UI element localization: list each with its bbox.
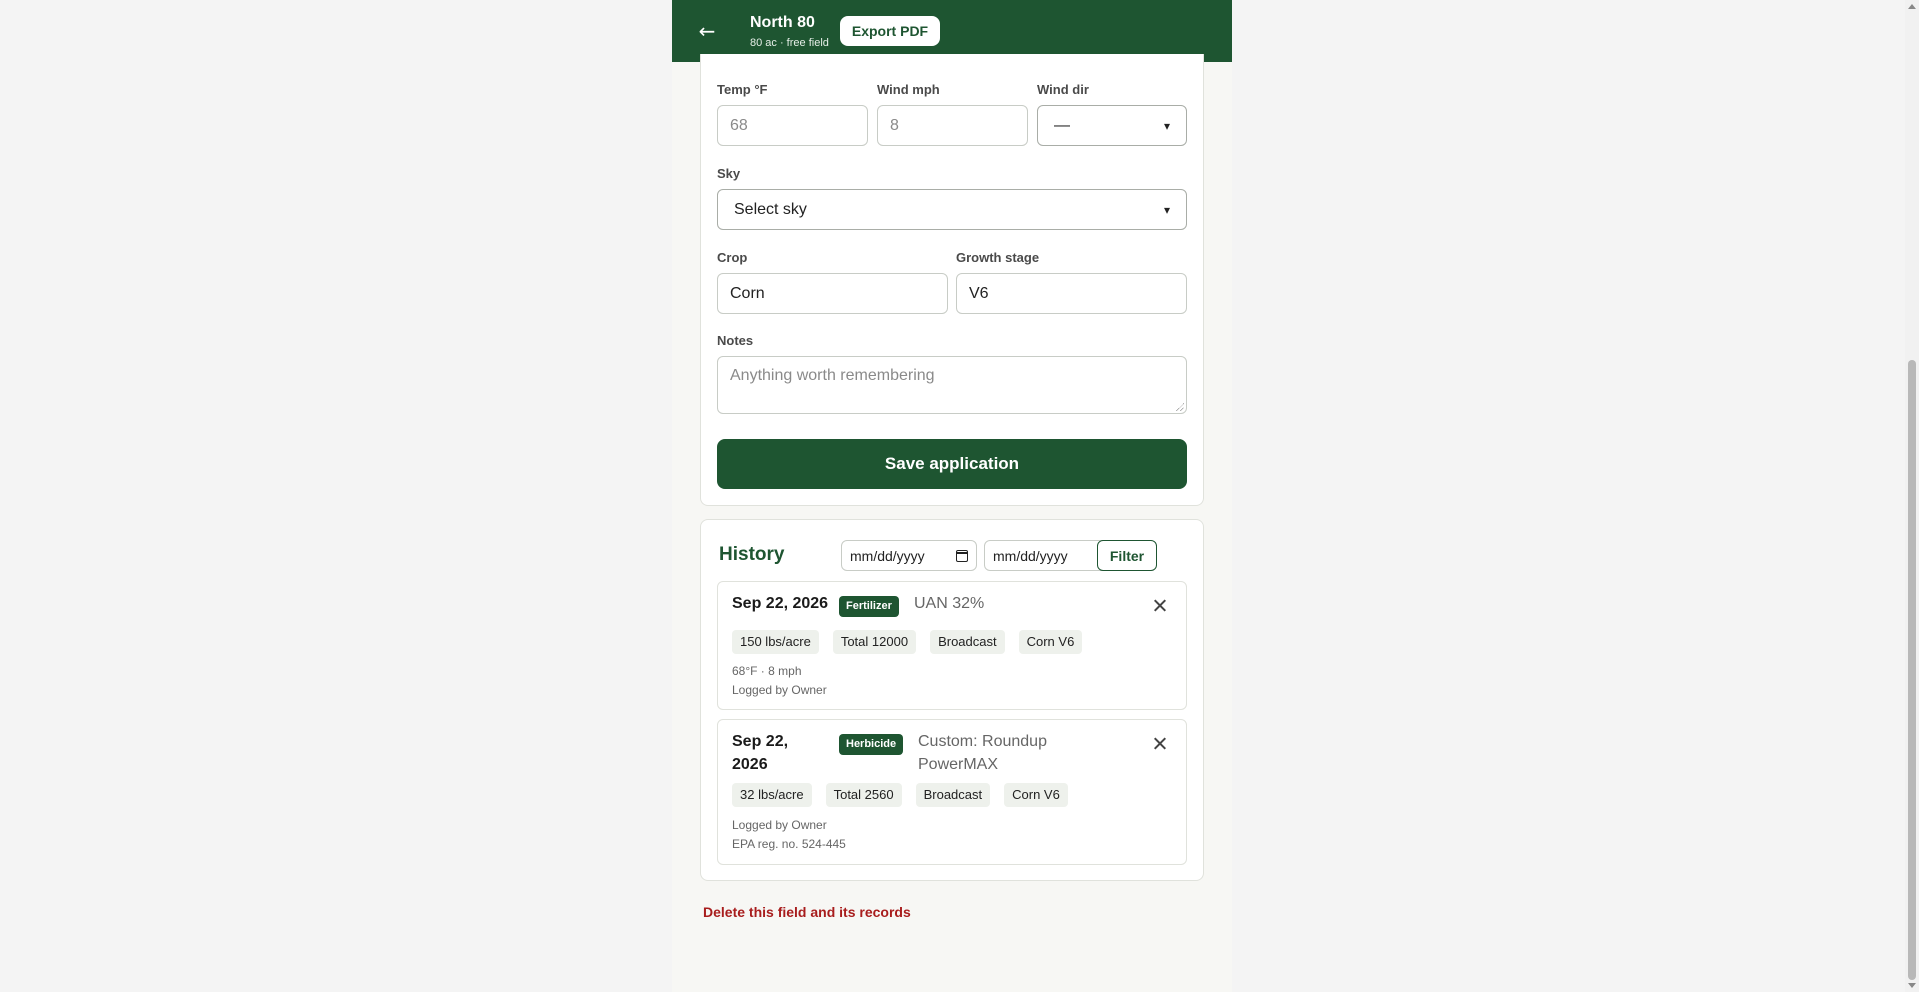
date-from-input[interactable]: mm/dd/yyyy [841, 540, 977, 571]
field-title: North 80 [750, 13, 815, 31]
record-date: Sep 22, 2026 [732, 595, 829, 612]
chevron-down-icon: ▾ [1163, 118, 1170, 133]
record-type-badge: Fertilizer [839, 596, 899, 617]
rate-chip: 150 lbs/acre [732, 630, 819, 654]
history-record: Sep 22, 2026 Herbicide Custom: Roundup P… [717, 719, 1187, 865]
crop-label: Crop [717, 250, 748, 265]
wind-mph-label: Wind mph [877, 82, 940, 97]
wind-dir-select[interactable]: — ▾ [1037, 105, 1187, 146]
record-type-badge: Herbicide [839, 734, 904, 755]
chevron-down-icon: ▾ [1163, 202, 1170, 217]
record-logged-by: Logged by Owner [732, 818, 827, 832]
temp-label: Temp °F [717, 82, 768, 97]
scroll-down-icon[interactable] [1908, 983, 1916, 988]
notes-label: Notes [717, 333, 754, 348]
delete-field-link[interactable]: Delete this field and its records [703, 904, 911, 920]
application-form: Temp °F 68 Wind mph 8 Wind dir — ▾ Sky S… [700, 54, 1204, 506]
crop-chip: Corn V6 [1018, 630, 1083, 654]
sky-select[interactable]: Select sky ▾ [717, 189, 1187, 230]
filter-button[interactable]: Filter [1097, 540, 1157, 571]
history-panel: History mm/dd/yyyy mm/dd/yyyy Filter Sep… [700, 519, 1204, 881]
notes-placeholder: Anything worth remembering [730, 367, 935, 384]
record-product-line2: PowerMAX [918, 756, 999, 773]
resize-handle-icon[interactable] [1176, 403, 1184, 411]
date-from-placeholder: mm/dd/yyyy [850, 547, 925, 564]
field-subtitle: 80 ac · free field [750, 36, 829, 49]
total-chip: Total 2560 [825, 783, 902, 807]
record-date-line1: Sep 22, [732, 733, 789, 750]
total-chip: Total 12000 [832, 630, 917, 654]
method-chip: Broadcast [930, 630, 1005, 654]
date-to-placeholder: mm/dd/yyyy [993, 547, 1068, 564]
history-record: Sep 22, 2026 Fertilizer UAN 32% 150 lbs/… [717, 581, 1187, 710]
wind-mph-input[interactable]: 8 [877, 105, 1028, 146]
notes-textarea[interactable]: Anything worth remembering [717, 356, 1187, 414]
record-date-line2: 2026 [732, 756, 768, 773]
back-button[interactable]: ← [696, 21, 718, 41]
calendar-icon[interactable] [956, 549, 968, 562]
record-chips: 32 lbs/acre Total 2560 Broadcast Corn V6 [732, 783, 1068, 807]
record-product-line1: Custom: Roundup [918, 733, 1047, 750]
arrow-left-icon: ← [698, 19, 716, 43]
app-header: ← North 80 80 ac · free field Export PDF [672, 0, 1232, 62]
record-chips: 150 lbs/acre Total 12000 Broadcast Corn … [732, 630, 1083, 654]
sky-value: Select sky [734, 200, 807, 218]
growth-stage-label: Growth stage [956, 250, 1040, 265]
growth-stage-input[interactable]: V6 [956, 273, 1187, 314]
record-product: UAN 32% [914, 595, 985, 612]
method-chip: Broadcast [915, 783, 991, 807]
crop-input[interactable]: Corn [717, 273, 948, 314]
scrollbar-thumb[interactable] [1908, 360, 1916, 980]
temp-input[interactable]: 68 [717, 105, 868, 146]
history-title: History [719, 544, 785, 565]
field-title-group: North 80 80 ac · free field [750, 13, 829, 50]
page-scrollbar[interactable] [1905, 0, 1919, 992]
record-weather: 68°F · 8 mph [732, 664, 802, 678]
wind-dir-label: Wind dir [1037, 82, 1089, 97]
sky-label: Sky [717, 166, 741, 181]
export-pdf-button[interactable]: Export PDF [839, 16, 941, 46]
record-epa-reg: EPA reg. no. 524-445 [732, 837, 846, 851]
record-logged-by: Logged by Owner [732, 683, 827, 697]
close-icon[interactable] [1152, 736, 1168, 752]
scroll-up-icon[interactable] [1908, 4, 1916, 9]
crop-chip: Corn V6 [1004, 783, 1068, 807]
close-icon[interactable] [1152, 598, 1168, 614]
rate-chip: 32 lbs/acre [732, 783, 812, 807]
field-detail-page: ← North 80 80 ac · free field Export PDF… [672, 0, 1232, 992]
save-application-button[interactable]: Save application [717, 439, 1187, 489]
wind-dir-value: — [1054, 116, 1070, 134]
